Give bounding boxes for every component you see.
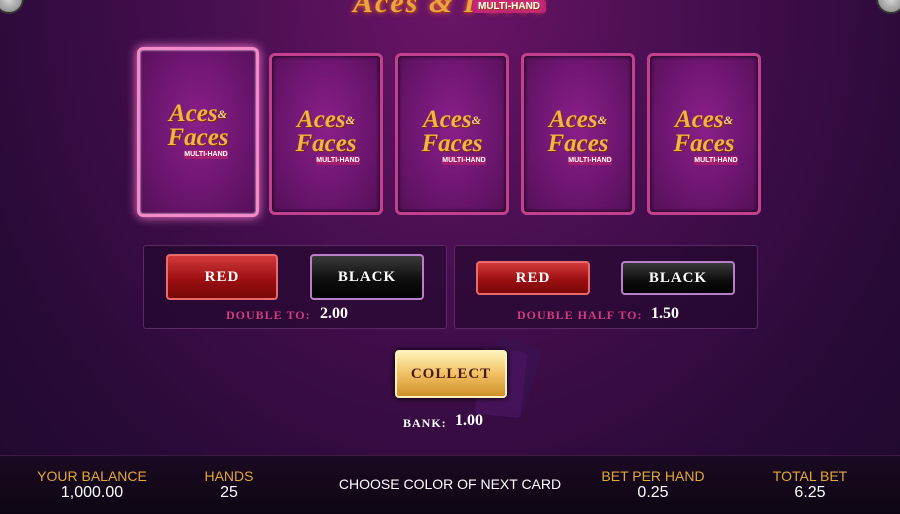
double-half-to-value: 1.50 (651, 305, 679, 322)
card-logo-bottom: Faces (547, 130, 609, 157)
card-logo-amp: & (217, 107, 227, 121)
double-half-panel: RED BLACK DOUBLE HALF TO: 1.50 (454, 245, 758, 329)
card-row: Aces& Faces MULTI-HAND Aces& Faces MULTI… (137, 47, 762, 217)
card-logo-sub: MULTI-HAND (694, 156, 738, 165)
balance-label: YOUR BALANCE (37, 468, 147, 484)
total-bet-value: 6.25 (794, 484, 826, 501)
card-logo-top: Aces (675, 106, 724, 133)
bank-value: 1.00 (455, 412, 483, 429)
double-half-black-button[interactable]: BLACK (621, 261, 735, 295)
game-logo: Aces & Faces MULTI-HAND (330, 0, 570, 20)
card-logo-bottom: Faces (673, 130, 735, 157)
bank-label: BANK: (403, 416, 447, 430)
status-message: CHOOSE COLOR OF NEXT CARD (338, 476, 562, 492)
card-4[interactable]: Aces& Faces MULTI-HAND (521, 53, 635, 215)
balance-value: 1,000.00 (60, 484, 124, 501)
logo-subtitle: MULTI-HAND (472, 0, 547, 13)
total-bet-label: TOTAL BET (772, 468, 848, 484)
card-logo-top: Aces (297, 106, 346, 133)
double-red-button[interactable]: RED (166, 254, 278, 300)
double-half-to-label: DOUBLE HALF TO: (517, 308, 643, 322)
card-logo-sub: MULTI-HAND (184, 150, 228, 159)
card-logo-top: Aces (549, 106, 598, 133)
balance-display: YOUR BALANCE 1,000.00 (30, 468, 154, 502)
card-back-logo: Aces& Faces MULTI-HAND (272, 106, 380, 165)
hands-display: HANDS 25 (190, 468, 268, 502)
card-logo-bottom: Faces (167, 124, 229, 151)
card-logo-bottom: Faces (421, 130, 483, 157)
card-3[interactable]: Aces& Faces MULTI-HAND (395, 53, 509, 215)
double-black-button[interactable]: BLACK (310, 254, 424, 300)
hands-label: HANDS (204, 468, 254, 484)
card-logo-sub: MULTI-HAND (442, 156, 486, 165)
card-logo-amp: & (597, 113, 607, 127)
card-logo-amp: & (723, 113, 733, 127)
double-to-label: DOUBLE TO: (226, 308, 311, 322)
card-back-logo: Aces& Faces MULTI-HAND (398, 106, 506, 165)
card-logo-sub: MULTI-HAND (316, 156, 360, 165)
card-logo-bottom: Faces (295, 130, 357, 157)
card-back-logo: Aces& Faces MULTI-HAND (650, 106, 758, 165)
card-back-logo: Aces& Faces MULTI-HAND (140, 100, 256, 159)
card-logo-amp: & (345, 113, 355, 127)
double-half-red-button[interactable]: RED (476, 261, 590, 295)
status-bar: YOUR BALANCE 1,000.00 HANDS 25 CHOOSE CO… (0, 455, 900, 514)
card-logo-sub: MULTI-HAND (568, 156, 612, 165)
bet-per-hand-display: BET PER HAND 0.25 (592, 468, 714, 502)
card-5[interactable]: Aces& Faces MULTI-HAND (647, 53, 761, 215)
double-panel: RED BLACK DOUBLE TO: 2.00 (143, 245, 447, 329)
menu-button[interactable] (0, 0, 24, 14)
collect-button[interactable]: COLLECT (395, 350, 507, 398)
card-1[interactable]: Aces& Faces MULTI-HAND (137, 47, 259, 217)
card-logo-top: Aces (169, 100, 218, 127)
hands-value: 25 (220, 484, 238, 501)
total-bet-display: TOTAL BET 6.25 (762, 468, 858, 502)
double-to-value: 2.00 (320, 305, 348, 322)
card-logo-top: Aces (423, 106, 472, 133)
bet-per-hand-value: 0.25 (637, 484, 669, 501)
bet-per-hand-label: BET PER HAND (601, 468, 705, 484)
card-2[interactable]: Aces& Faces MULTI-HAND (269, 53, 383, 215)
settings-button[interactable] (876, 0, 900, 14)
card-back-logo: Aces& Faces MULTI-HAND (524, 106, 632, 165)
card-logo-amp: & (471, 113, 481, 127)
